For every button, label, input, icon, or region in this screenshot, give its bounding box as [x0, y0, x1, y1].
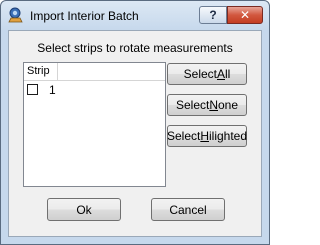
- window-title: Import Interior Batch: [30, 9, 139, 23]
- select-hilighted-label-prefix: Select: [166, 129, 201, 143]
- list-header: Strip: [24, 63, 165, 81]
- select-all-label-prefix: Select: [183, 67, 217, 81]
- close-icon: ✕: [239, 8, 251, 22]
- help-button[interactable]: ?: [199, 6, 227, 24]
- select-all-mnemonic: A: [217, 67, 226, 81]
- strip-list[interactable]: Strip 1: [23, 62, 166, 187]
- checkbox-unchecked-icon[interactable]: [27, 84, 38, 95]
- select-all-button[interactable]: Select All: [167, 63, 247, 85]
- app-icon: [8, 7, 24, 23]
- close-button[interactable]: ✕: [227, 6, 263, 24]
- select-none-label-suffix: one: [218, 98, 239, 112]
- column-header-strip[interactable]: Strip: [24, 63, 58, 80]
- select-none-label-prefix: Select: [175, 98, 210, 112]
- cancel-button[interactable]: Cancel: [151, 198, 225, 221]
- ok-button[interactable]: Ok: [47, 198, 121, 221]
- title-bar[interactable]: Import Interior Batch ? ✕: [1, 1, 269, 29]
- select-hilighted-label-suffix: ilighted: [209, 129, 248, 143]
- list-item[interactable]: 1: [25, 82, 164, 98]
- select-none-button[interactable]: Select None: [167, 94, 247, 116]
- dialog-window: Import Interior Batch ? ✕ Select strips …: [0, 0, 270, 245]
- select-hilighted-mnemonic: H: [200, 129, 209, 143]
- column-header-empty[interactable]: [58, 63, 165, 80]
- instruction-label: Select strips to rotate measurements: [37, 41, 233, 55]
- help-icon: ?: [209, 8, 217, 22]
- dialog-client-area: Select strips to rotate measurements Str…: [8, 30, 262, 237]
- strip-label: 1: [49, 83, 56, 97]
- select-all-label-suffix: ll: [225, 67, 231, 81]
- select-hilighted-button[interactable]: Select Hilighted: [167, 125, 247, 147]
- select-none-mnemonic: N: [209, 98, 218, 112]
